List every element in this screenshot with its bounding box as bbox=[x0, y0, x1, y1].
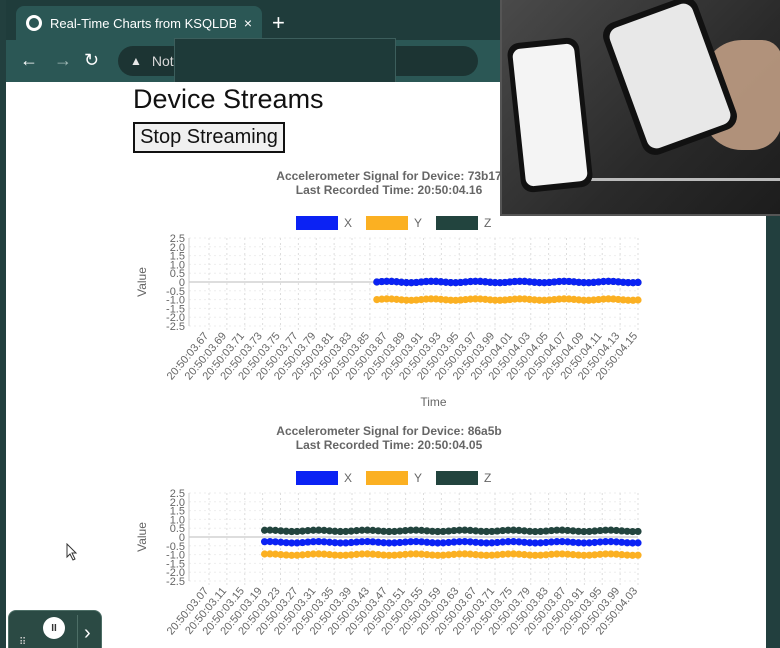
data-point-y bbox=[634, 296, 642, 304]
legend-label-y: Y bbox=[414, 216, 423, 230]
chart2-legend-y[interactable]: Y bbox=[366, 471, 422, 485]
legend-label-y: Y bbox=[414, 471, 423, 485]
y-axis-label: Value bbox=[135, 267, 149, 297]
legend-swatch-x bbox=[296, 216, 338, 230]
chart1-legend: X Y Z bbox=[296, 216, 491, 230]
chart2-title-line1: Accelerometer Signal for Device: 86a5b bbox=[276, 424, 502, 438]
legend-swatch-y bbox=[366, 216, 409, 230]
series-y bbox=[260, 550, 642, 559]
reload-button[interactable]: ↻ bbox=[84, 50, 99, 70]
chart2-legend-x[interactable]: X bbox=[296, 471, 352, 485]
screen: Real-Time Charts from KSQLDB × + ← → ↻ ▲… bbox=[0, 0, 780, 648]
chart2-legend: X Y Z bbox=[296, 471, 491, 485]
legend-label-z: Z bbox=[484, 216, 492, 230]
y-axis-label: Value bbox=[135, 522, 149, 552]
legend-label-x: X bbox=[344, 216, 353, 230]
stop-streaming-button[interactable]: Stop Streaming bbox=[133, 122, 285, 153]
tab-title: Real-Time Charts from KSQLDB bbox=[50, 15, 236, 31]
security-label: Not bbox=[151, 53, 174, 69]
chevron-right-icon[interactable]: › bbox=[77, 615, 101, 648]
mouse-cursor-icon bbox=[66, 543, 78, 561]
data-point-x bbox=[634, 539, 642, 547]
series-y bbox=[373, 295, 642, 304]
legend-swatch-z bbox=[436, 216, 479, 230]
legend-swatch-z bbox=[436, 471, 479, 485]
table-edge bbox=[582, 178, 780, 181]
x-axis-label: Time bbox=[420, 395, 447, 409]
warning-icon: ▲ bbox=[130, 54, 142, 68]
legend-swatch-y bbox=[366, 471, 409, 485]
series-x bbox=[373, 277, 642, 287]
page-title: Device Streams bbox=[133, 84, 324, 114]
data-point-y bbox=[634, 551, 642, 559]
back-button[interactable]: ← bbox=[20, 50, 38, 70]
chart1-plot: 2.52.01.51.00.50-0.5-1.0-1.5-2.0-2.520:5… bbox=[135, 233, 642, 409]
tab-close-icon[interactable]: × bbox=[244, 15, 252, 31]
globe-icon bbox=[26, 15, 42, 31]
chart1-legend-y[interactable]: Y bbox=[366, 216, 422, 230]
data-point-z bbox=[634, 527, 642, 536]
pause-icon[interactable]: II bbox=[43, 617, 65, 639]
overlay-box bbox=[174, 38, 396, 84]
phone-screen bbox=[511, 43, 589, 187]
forward-button[interactable]: → bbox=[54, 50, 72, 70]
new-tab-button[interactable]: + bbox=[272, 12, 285, 34]
drag-handle-icon[interactable]: ⠿ bbox=[19, 637, 26, 648]
chart2-title-line2: Last Recorded Time: 20:50:04.05 bbox=[295, 438, 483, 452]
mini-player-controls: II ⠿ › bbox=[8, 610, 102, 648]
chart2-legend-z[interactable]: Z bbox=[436, 471, 491, 485]
chart2-plot: 2.52.01.51.00.50-0.5-1.0-1.5-2.0-2.520:5… bbox=[135, 488, 642, 637]
chart2-title: Accelerometer Signal for Device: 86a5b L… bbox=[134, 424, 644, 452]
data-point-x bbox=[634, 278, 642, 286]
legend-label-x: X bbox=[344, 471, 353, 485]
y-tick-label: -2.5 bbox=[166, 321, 185, 333]
browser-tab[interactable]: Real-Time Charts from KSQLDB × bbox=[16, 6, 262, 40]
y-tick-label: -2.5 bbox=[166, 576, 185, 588]
webcam-video-overlay bbox=[500, 0, 780, 216]
legend-label-z: Z bbox=[484, 471, 492, 485]
chart1-legend-z[interactable]: Z bbox=[436, 216, 491, 230]
legend-swatch-x bbox=[296, 471, 338, 485]
chart1-legend-x[interactable]: X bbox=[296, 216, 352, 230]
